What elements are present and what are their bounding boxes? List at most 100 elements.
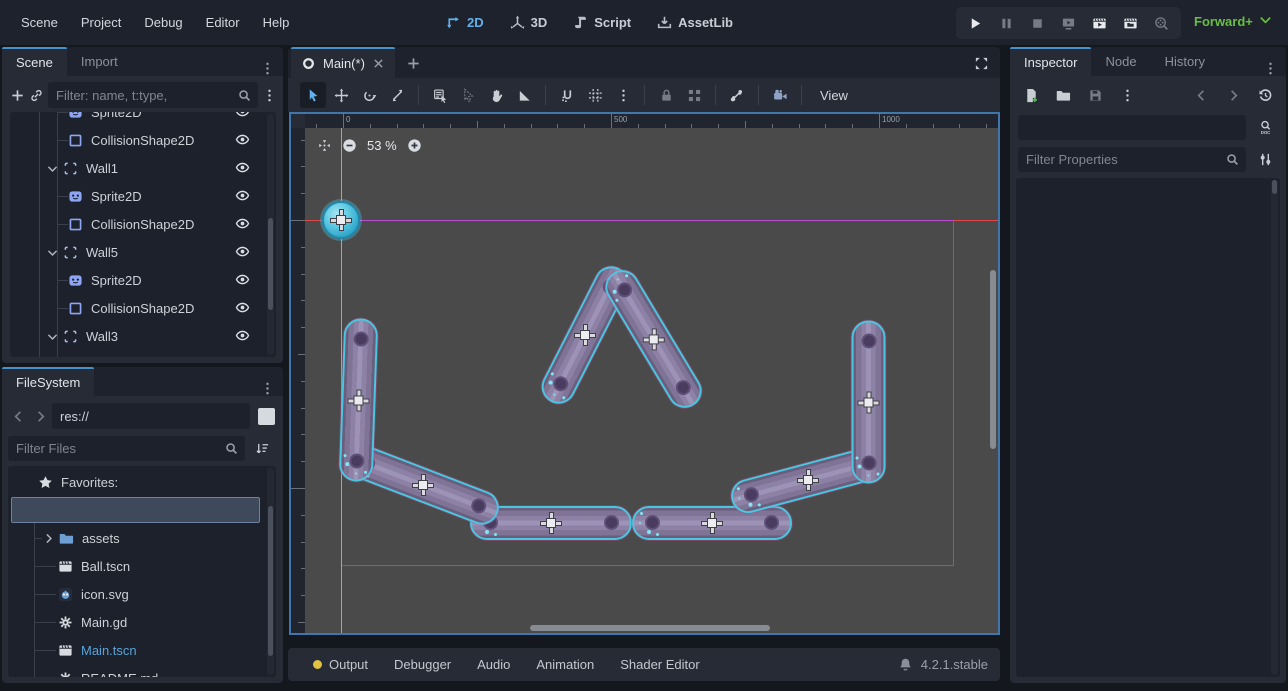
scene-tree-menu-button[interactable] xyxy=(262,82,277,108)
edit-history-button[interactable] xyxy=(1252,82,1278,108)
stop-button[interactable] xyxy=(1024,10,1051,36)
list-select-tool[interactable] xyxy=(427,82,453,108)
pan-tool[interactable] xyxy=(483,82,509,108)
fs-split-mode-button[interactable] xyxy=(258,408,275,425)
scene-node-collisionshape2d[interactable]: CollisionShape2D xyxy=(10,210,276,238)
movie-play-button[interactable] xyxy=(1086,10,1113,36)
visibility-eye-icon[interactable] xyxy=(235,244,250,259)
new-scene-tab-button[interactable] xyxy=(401,50,427,76)
mode-script[interactable]: Script xyxy=(567,11,637,34)
load-resource-button[interactable] xyxy=(1050,82,1076,108)
wall-capsule[interactable] xyxy=(851,321,885,484)
fs-back-button[interactable] xyxy=(8,403,28,429)
fs-path-field[interactable] xyxy=(52,403,250,429)
scene-node-collisionshape2d[interactable]: CollisionShape2D xyxy=(10,294,276,322)
menu-project[interactable]: Project xyxy=(71,10,131,35)
visibility-eye-icon[interactable] xyxy=(235,356,250,357)
ball-node[interactable] xyxy=(322,201,360,239)
skeleton-options[interactable] xyxy=(724,82,750,108)
resource-menu-button[interactable] xyxy=(1114,82,1140,108)
wall-capsule[interactable] xyxy=(632,506,792,540)
history-forward-button[interactable] xyxy=(1220,82,1246,108)
fs-item-res-[interactable]: res:// xyxy=(8,496,276,524)
fs-item-main-gd[interactable]: Main.gd xyxy=(8,608,276,636)
filesystem-menu-button[interactable] xyxy=(252,381,283,396)
canvas-hscrollbar[interactable] xyxy=(305,625,990,632)
distraction-free-button[interactable] xyxy=(968,50,994,76)
select-tool[interactable] xyxy=(300,82,326,108)
tab-filesystem[interactable]: FileSystem xyxy=(2,367,94,396)
rotate-tool[interactable] xyxy=(356,82,382,108)
tab-import[interactable]: Import xyxy=(67,47,132,76)
tab-node[interactable]: Node xyxy=(1091,47,1150,76)
zoom-in-button[interactable] xyxy=(407,138,422,153)
tab-scene[interactable]: Scene xyxy=(2,47,67,76)
scene-tree-scrollbar[interactable] xyxy=(267,114,274,355)
visibility-eye-icon[interactable] xyxy=(235,188,250,203)
bottom-panel-output[interactable]: Output xyxy=(300,648,381,681)
tab-main-scene[interactable]: Main(*) xyxy=(291,47,395,78)
instance-scene-button[interactable] xyxy=(29,82,44,108)
tab-history[interactable]: History xyxy=(1151,47,1219,76)
fs-item-main-tscn[interactable]: Main.tscn xyxy=(8,636,276,664)
add-node-button[interactable] xyxy=(10,82,25,108)
play-button[interactable] xyxy=(962,10,989,36)
mode-assetlib[interactable]: AssetLib xyxy=(651,11,739,34)
snap-options[interactable] xyxy=(610,82,636,108)
bottom-panel-audio[interactable]: Audio xyxy=(464,648,523,681)
movie-reel-button[interactable] xyxy=(1148,10,1175,36)
view-menu-button[interactable]: View xyxy=(810,88,858,103)
scene-node-sprite2d[interactable]: Sprite2D xyxy=(10,266,276,294)
visibility-eye-icon[interactable] xyxy=(235,160,250,175)
mode-2d[interactable]: 2D xyxy=(440,11,490,34)
fs-item-assets[interactable]: assets xyxy=(8,524,276,552)
scene-node-sprite2d[interactable]: Sprite2D xyxy=(10,350,276,357)
drag-select-tool[interactable] xyxy=(455,82,481,108)
fs-item-readme-md[interactable]: README.md xyxy=(8,664,276,677)
fs-item-favorites-[interactable]: Favorites: xyxy=(8,468,276,496)
grid-snap-toggle[interactable] xyxy=(582,82,608,108)
remote-button[interactable] xyxy=(1055,10,1082,36)
move-tool[interactable] xyxy=(328,82,354,108)
wall-capsule[interactable] xyxy=(338,318,378,482)
zoom-out-button[interactable] xyxy=(342,138,357,153)
scene-dock-menu-button[interactable] xyxy=(252,61,283,76)
scene-node-collisionshape2d[interactable]: CollisionShape2D xyxy=(10,126,276,154)
menu-help[interactable]: Help xyxy=(253,10,300,35)
renderer-selector[interactable]: Forward+ xyxy=(1194,12,1273,30)
scene-filter-input[interactable] xyxy=(48,82,258,108)
menu-editor[interactable]: Editor xyxy=(196,10,250,35)
fs-forward-button[interactable] xyxy=(30,403,50,429)
preview-camera[interactable] xyxy=(767,82,793,108)
scene-node-wall3[interactable]: Wall3 xyxy=(10,322,276,350)
visibility-eye-icon[interactable] xyxy=(235,300,250,315)
new-resource-button[interactable] xyxy=(1018,82,1044,108)
scene-node-wall1[interactable]: Wall1 xyxy=(10,154,276,182)
visibility-eye-icon[interactable] xyxy=(235,216,250,231)
visibility-eye-icon[interactable] xyxy=(235,328,250,343)
tab-inspector[interactable]: Inspector xyxy=(1010,47,1091,76)
save-resource-button[interactable] xyxy=(1082,82,1108,108)
zoom-level[interactable]: 53 % xyxy=(367,138,397,153)
mode-3d[interactable]: 3D xyxy=(504,11,554,34)
scene-node-wall5[interactable]: Wall5 xyxy=(10,238,276,266)
lock-node-button[interactable] xyxy=(653,82,679,108)
inspector-menu-button[interactable] xyxy=(1255,61,1286,76)
property-tools-button[interactable] xyxy=(1252,146,1278,172)
bottom-panel-animation[interactable]: Animation xyxy=(523,648,607,681)
bottom-panel-shader-editor[interactable]: Shader Editor xyxy=(607,648,713,681)
inspector-filter-input[interactable] xyxy=(1018,147,1246,172)
open-docs-button[interactable]: DOC xyxy=(1252,114,1278,140)
history-back-button[interactable] xyxy=(1188,82,1214,108)
visibility-eye-icon[interactable] xyxy=(235,112,250,119)
group-node-button[interactable] xyxy=(681,82,707,108)
close-scene-tab-icon[interactable] xyxy=(372,57,385,70)
fs-tree-scrollbar[interactable] xyxy=(267,468,274,675)
pause-button[interactable] xyxy=(993,10,1020,36)
bottom-panel-debugger[interactable]: Debugger xyxy=(381,648,464,681)
fs-item-icon-svg[interactable]: icon.svg xyxy=(8,580,276,608)
fs-sort-button[interactable] xyxy=(249,435,275,461)
center-view-icon[interactable] xyxy=(317,138,332,153)
smart-snap-toggle[interactable] xyxy=(554,82,580,108)
visibility-eye-icon[interactable] xyxy=(235,132,250,147)
